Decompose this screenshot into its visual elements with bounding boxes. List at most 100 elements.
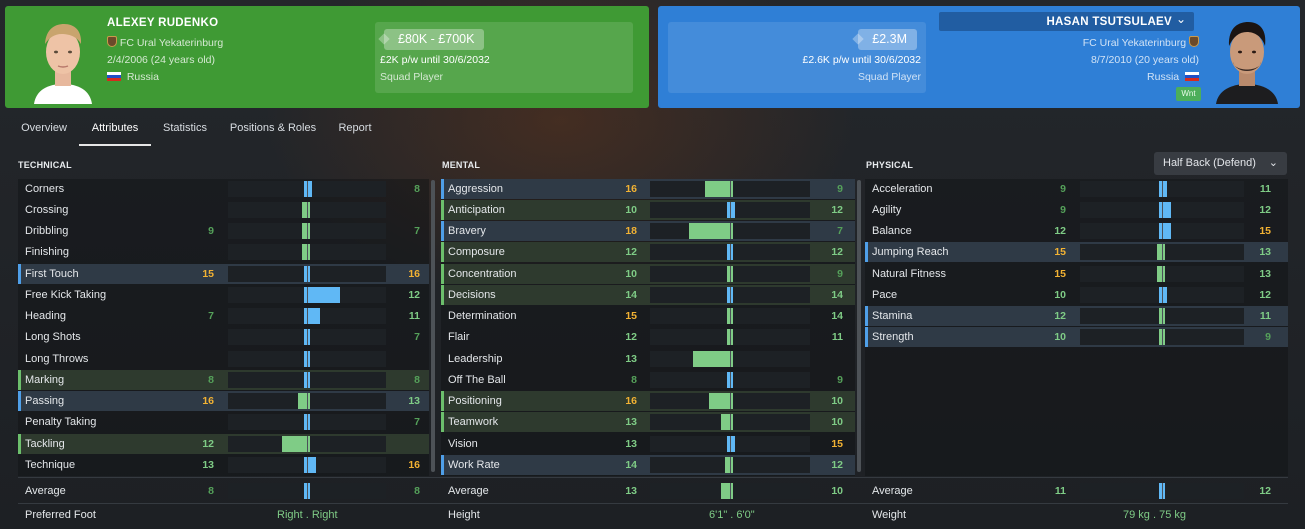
right-player-value: 13	[1259, 268, 1271, 280]
tab-attributes[interactable]: Attributes	[79, 118, 151, 146]
attribute-row-passing[interactable]: Passing 16 13	[18, 391, 429, 411]
comparison-bar	[650, 372, 810, 388]
comparison-bar	[650, 414, 810, 430]
attribute-row-marking[interactable]: Marking 8 8	[18, 370, 429, 390]
attribute-row-acceleration[interactable]: Acceleration 9 11	[865, 179, 1288, 199]
player-selector[interactable]: HASAN TSUTSULAEV ⌄	[939, 12, 1194, 31]
difference-bar	[727, 202, 735, 218]
attribute-row-dribbling[interactable]: Dribbling 9 7	[18, 221, 429, 241]
attribute-row-corners[interactable]: Corners 8	[18, 179, 429, 199]
attribute-row-vision[interactable]: Vision 13 15	[441, 434, 855, 454]
left-player-club[interactable]: FC Ural Yekaterinburg	[107, 36, 223, 49]
right-player-value: 13	[1259, 246, 1271, 258]
attribute-row-aggression[interactable]: Aggression 16 9	[441, 179, 855, 199]
bar-center-line	[730, 202, 731, 218]
attribute-name: Average	[872, 485, 913, 497]
attribute-row-finishing[interactable]: Finishing	[18, 242, 429, 262]
right-player-card[interactable]: £2.3M £2.6K p/w until 30/6/2032 Squad Pl…	[658, 6, 1300, 108]
left-player-value: 16	[625, 395, 637, 407]
mental-scrollbar[interactable]	[857, 180, 861, 472]
attribute-row-agility[interactable]: Agility 9 12	[865, 200, 1288, 220]
attribute-name: Dribbling	[25, 225, 69, 237]
attribute-row-work-rate[interactable]: Work Rate 14 12	[441, 455, 855, 475]
attribute-row-penalty-taking[interactable]: Penalty Taking 7	[18, 412, 429, 432]
attribute-name: Stamina	[872, 310, 913, 322]
attribute-row-concentration[interactable]: Concentration 10 9	[441, 264, 855, 284]
left-player-value: 10	[625, 204, 637, 216]
bar-center-line	[307, 329, 308, 345]
attribute-row-determination[interactable]: Determination 15 14	[441, 306, 855, 326]
attribute-row-decisions[interactable]: Decisions 14 14	[441, 285, 855, 305]
attribute-row-long-shots[interactable]: Long Shots 7	[18, 327, 429, 347]
tab-overview[interactable]: Overview	[14, 118, 74, 146]
attribute-name: Flair	[448, 331, 470, 343]
attribute-row-crossing[interactable]: Crossing	[18, 200, 429, 220]
attribute-row-leadership[interactable]: Leadership 13	[441, 349, 855, 369]
left-player-value: 15	[202, 268, 214, 280]
attribute-row-off-the-ball[interactable]: Off The Ball 8 9	[441, 370, 855, 390]
physical-attributes: Acceleration 9 11 Agility 9 12 Balance 12 15 Jump…	[865, 179, 1288, 476]
attribute-row-composure[interactable]: Composure 12 12	[441, 242, 855, 262]
comparison-bar	[228, 351, 386, 367]
attribute-name: Corners	[25, 183, 65, 195]
attribute-row-tackling[interactable]: Tackling 12	[18, 434, 429, 454]
height-label: Height	[448, 509, 480, 521]
difference-bar	[282, 436, 310, 452]
left-value-tag: £80K - £700K	[384, 29, 485, 50]
attribute-row-anticipation[interactable]: Anticipation 10 12	[441, 200, 855, 220]
attribute-row-positioning[interactable]: Positioning 16 10	[441, 391, 855, 411]
tab-positions-roles[interactable]: Positions & Roles	[224, 118, 322, 146]
attribute-row-teamwork[interactable]: Teamwork 13 10	[441, 412, 855, 432]
right-player-nationality[interactable]: Russia	[1147, 71, 1199, 83]
attribute-row-technique[interactable]: Technique 13 16	[18, 455, 429, 475]
attribute-name: Average	[448, 485, 489, 497]
technical-scrollbar[interactable]	[431, 180, 435, 472]
attribute-row-jumping-reach[interactable]: Jumping Reach 15 13	[865, 242, 1288, 262]
tab-bar: Overview Attributes Statistics Positions…	[0, 118, 1305, 146]
left-nationality-label: Russia	[126, 71, 159, 83]
left-player-value: 16	[625, 183, 637, 195]
left-player-nationality[interactable]: Russia	[107, 71, 159, 83]
attribute-row-pace[interactable]: Pace 10 12	[865, 285, 1288, 305]
attribute-row-bravery[interactable]: Bravery 18 7	[441, 221, 855, 241]
bar-center-line	[307, 223, 308, 239]
attribute-row-balance[interactable]: Balance 12 15	[865, 221, 1288, 241]
right-player-value: 8	[414, 485, 420, 497]
right-player-dob: 8/7/2010 (20 years old)	[1091, 54, 1199, 66]
left-player-name[interactable]: ALEXEY RUDENKO	[107, 17, 218, 29]
chevron-down-icon: ⌄	[1268, 157, 1278, 169]
weight-value: 79 kg . 75 kg	[1123, 509, 1186, 521]
comparison-bar	[228, 457, 386, 473]
role-dropdown[interactable]: Half Back (Defend) ⌄	[1154, 152, 1287, 175]
attribute-row-natural-fitness[interactable]: Natural Fitness 15 13	[865, 264, 1288, 284]
divider	[18, 503, 1288, 504]
bar-center-line	[307, 202, 308, 218]
attribute-row-free-kick-taking[interactable]: Free Kick Taking 12	[18, 285, 429, 305]
bar-center-line	[730, 457, 731, 473]
attribute-row-flair[interactable]: Flair 12 11	[441, 327, 855, 347]
tab-statistics[interactable]: Statistics	[155, 118, 215, 146]
attribute-row-heading[interactable]: Heading 7 11	[18, 306, 429, 326]
left-player-value: 8	[208, 485, 214, 497]
tab-report[interactable]: Report	[332, 118, 378, 146]
left-player-value: 12	[1054, 310, 1066, 322]
difference-bar	[304, 457, 316, 473]
attribute-name: Work Rate	[448, 459, 500, 471]
attribute-name: Jumping Reach	[872, 246, 949, 258]
bar-center-line	[1162, 483, 1163, 499]
comparison-bar	[650, 244, 810, 260]
attribute-row-strength[interactable]: Strength 10 9	[865, 327, 1288, 347]
attribute-row-first-touch[interactable]: First Touch 15 16	[18, 264, 429, 284]
attribute-row-long-throws[interactable]: Long Throws	[18, 349, 429, 369]
attribute-row-stamina[interactable]: Stamina 12 11	[865, 306, 1288, 326]
left-player-value: 9	[208, 225, 214, 237]
right-club-label: FC Ural Yekaterinburg	[1082, 37, 1187, 49]
physical-average-row: Average 11 12	[865, 481, 1288, 501]
attribute-name: Teamwork	[448, 416, 499, 428]
left-player-value: 15	[1054, 246, 1066, 258]
right-player-club[interactable]: FC Ural Yekaterinburg	[1083, 36, 1199, 49]
attribute-name: Decisions	[448, 289, 496, 301]
left-player-card[interactable]: ALEXEY RUDENKO FC Ural Yekaterinburg 2/4…	[5, 6, 649, 108]
left-player-value: 10	[1054, 331, 1066, 343]
right-player-value: 12	[1259, 485, 1271, 497]
